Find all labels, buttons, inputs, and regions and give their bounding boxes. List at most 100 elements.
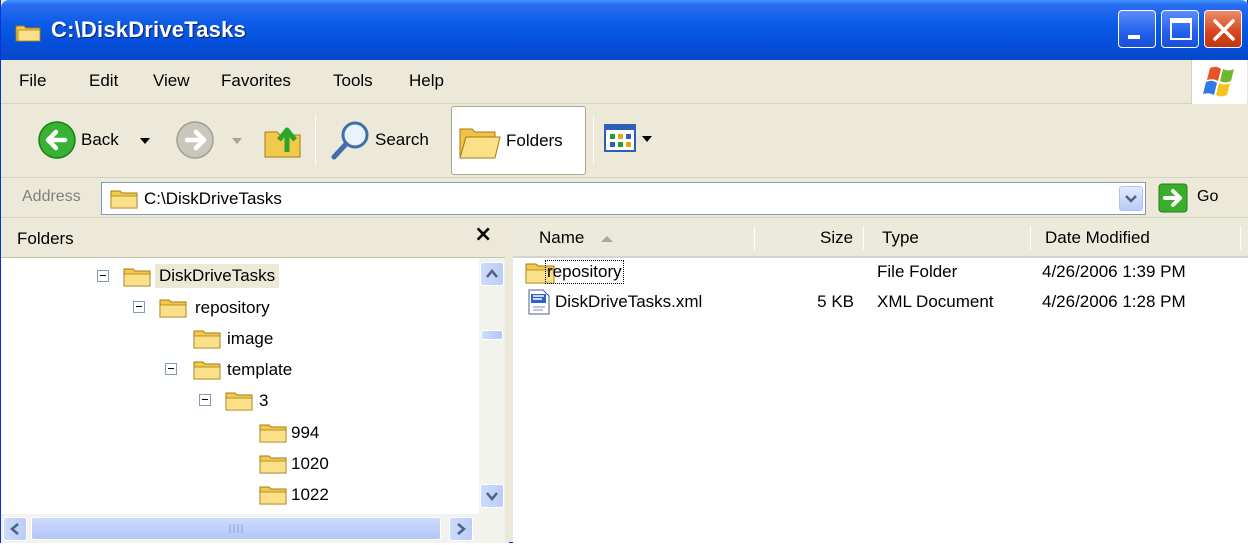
tree-item-label: DiskDriveTasks — [155, 264, 280, 288]
maximize-button[interactable] — [1161, 10, 1199, 48]
file-date: 4/26/2006 1:39 PM — [1042, 262, 1186, 281]
toolbar-separator — [315, 116, 316, 164]
views-icon — [604, 124, 636, 152]
tree-item-label: repository — [195, 298, 270, 317]
windows-logo — [1191, 60, 1247, 104]
search-label: Search — [375, 130, 429, 149]
column-divider[interactable] — [1030, 226, 1031, 250]
scroll-left-button[interactable] — [3, 517, 27, 541]
toolbar-separator — [593, 116, 594, 164]
file-row[interactable]: DiskDriveTasks.xml 5 KB XML Document 4/2… — [513, 288, 1248, 318]
forward-arrow-icon — [176, 121, 214, 159]
address-dropdown-button[interactable] — [1119, 186, 1143, 211]
go-label: Go — [1197, 188, 1219, 205]
scroll-up-button[interactable] — [480, 262, 504, 286]
chevron-down-icon — [232, 138, 242, 144]
file-list: Name Size Type Date Modified repository … — [513, 218, 1248, 543]
tree-item[interactable]: repository — [133, 293, 333, 323]
collapse-icon[interactable] — [97, 270, 109, 282]
address-bar: Address C:\DiskDriveTasks Go — [1, 178, 1248, 218]
column-header-type[interactable]: Type — [882, 228, 919, 248]
scroll-down-button[interactable] — [480, 484, 504, 508]
tree-item[interactable]: image — [193, 324, 333, 354]
folders-label: Folders — [506, 131, 563, 150]
folder-icon — [159, 299, 187, 318]
file-size: 5 KB — [817, 292, 854, 311]
menu-favorites[interactable]: Favorites — [221, 71, 291, 91]
vertical-scrollbar[interactable] — [479, 258, 505, 514]
folders-icon — [459, 128, 501, 159]
file-row[interactable]: repository File Folder 4/26/2006 1:39 PM — [513, 258, 1248, 288]
tree-item[interactable]: template — [165, 355, 345, 385]
horizontal-scrollbar[interactable] — [1, 514, 505, 543]
tree-item[interactable]: 3 — [199, 386, 299, 416]
toolbar: Back Search Folders — [1, 104, 1248, 178]
scroll-right-button[interactable] — [449, 517, 473, 541]
collapse-icon[interactable] — [165, 363, 177, 375]
window-title: C:\DiskDriveTasks — [51, 17, 246, 42]
column-divider[interactable] — [754, 226, 755, 250]
forward-button[interactable] — [173, 118, 253, 164]
address-label: Address — [22, 188, 81, 205]
sort-ascending-icon — [601, 236, 613, 242]
go-arrow-icon — [1158, 183, 1188, 213]
address-value: C:\DiskDriveTasks — [144, 189, 282, 208]
collapse-icon[interactable] — [133, 301, 145, 313]
menu-view[interactable]: View — [153, 71, 190, 91]
up-folder-icon — [264, 127, 301, 158]
close-button[interactable] — [1204, 10, 1242, 48]
tree-item[interactable]: DiskDriveTasks — [97, 262, 307, 292]
file-type: File Folder — [877, 262, 958, 281]
column-header-name[interactable]: Name — [539, 228, 584, 248]
tree-item[interactable]: 1022 — [259, 480, 359, 510]
folders-pane-title: Folders — [17, 229, 74, 248]
search-button[interactable]: Search — [327, 114, 442, 166]
tree-item[interactable]: 994 — [259, 418, 359, 448]
address-input[interactable]: C:\DiskDriveTasks — [101, 182, 1146, 215]
menu-edit[interactable]: Edit — [89, 71, 118, 91]
grip-icon — [229, 524, 243, 533]
file-type: XML Document — [877, 292, 994, 311]
folder-icon — [259, 424, 287, 443]
back-arrow-icon — [38, 121, 76, 159]
column-divider[interactable] — [863, 226, 864, 250]
chevron-up-icon — [486, 269, 498, 278]
scroll-thumb[interactable] — [481, 330, 503, 340]
xml-document-icon — [528, 289, 550, 315]
go-button[interactable] — [1156, 182, 1236, 214]
maximize-icon — [1170, 18, 1192, 40]
explorer-window: C:\DiskDriveTasks File Edit View Favorit… — [0, 0, 1248, 543]
menu-file[interactable]: File — [19, 71, 46, 91]
menu-bar: File Edit View Favorites Tools Help — [1, 60, 1248, 104]
folder-icon — [15, 25, 41, 42]
back-button[interactable]: Back — [31, 118, 161, 164]
column-divider[interactable] — [1240, 226, 1241, 250]
menu-help[interactable]: Help — [409, 71, 444, 91]
title-bar[interactable]: C:\DiskDriveTasks — [1, 0, 1248, 60]
minimize-icon — [1128, 35, 1140, 39]
tree-item-label: 994 — [291, 423, 320, 442]
minimize-button[interactable] — [1118, 10, 1156, 48]
tree-item-label: image — [227, 329, 274, 348]
collapse-icon[interactable] — [199, 394, 211, 406]
column-header-date[interactable]: Date Modified — [1045, 228, 1150, 248]
folder-icon — [193, 361, 221, 380]
folder-icon — [225, 392, 253, 411]
close-pane-icon[interactable]: × — [474, 222, 492, 247]
folders-button[interactable]: Folders — [451, 106, 586, 175]
search-icon — [331, 121, 369, 160]
back-label: Back — [81, 130, 119, 149]
folders-pane-header: Folders × — [1, 218, 505, 258]
tree-item-label: 3 — [259, 391, 269, 410]
up-folder-button[interactable] — [259, 114, 309, 166]
menu-tools[interactable]: Tools — [333, 71, 373, 91]
tree-item[interactable]: 1020 — [259, 449, 359, 479]
file-name: DiskDriveTasks.xml — [555, 292, 703, 311]
folders-pane: Folders × DiskDriveTasks repository imag… — [1, 218, 509, 543]
tree-item-label: template — [227, 360, 293, 379]
scroll-thumb[interactable] — [31, 517, 441, 540]
views-button[interactable] — [601, 118, 671, 164]
column-header-size[interactable]: Size — [820, 228, 853, 248]
chevron-down-icon — [1125, 195, 1137, 203]
windows-flag-icon — [1203, 66, 1234, 97]
